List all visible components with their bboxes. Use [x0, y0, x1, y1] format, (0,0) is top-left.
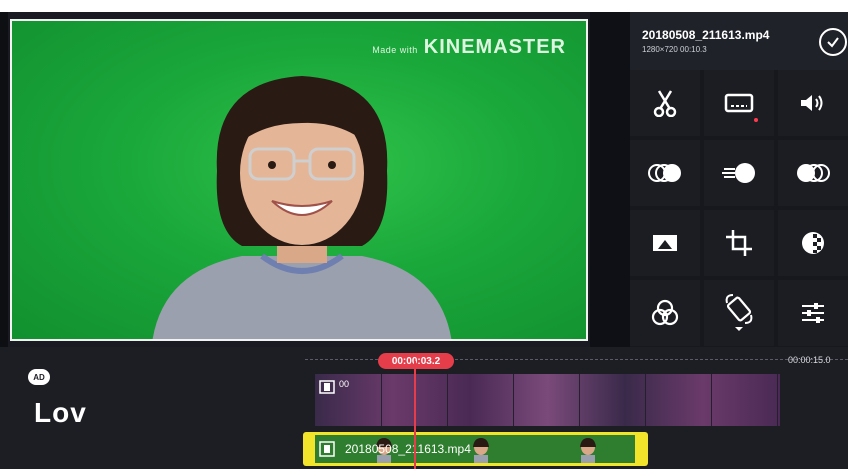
rotate-icon — [725, 294, 753, 331]
main-clip-thumbnails: 20180508_211613.mp4 — [315, 435, 635, 463]
checker-circle-icon — [802, 232, 824, 254]
speed-button[interactable] — [704, 140, 774, 206]
clip-tools-panel: 20180508_211613.mp4 1280×720 00:10.3 — [630, 12, 848, 347]
selected-main-clip[interactable]: 20180508_211613.mp4 — [303, 432, 648, 466]
clip-frame — [513, 374, 580, 426]
tool-grid — [630, 70, 848, 347]
ad-badge: AD — [28, 369, 50, 385]
watermark-small-text: Made with — [372, 45, 418, 55]
clip-frame — [447, 374, 514, 426]
main-clip-label: 20180508_211613.mp4 — [345, 442, 471, 456]
chroma-key-button[interactable] — [630, 140, 700, 206]
clip-frame — [711, 374, 778, 426]
overlap-circles-icon — [648, 164, 681, 182]
color-blend-button[interactable] — [778, 140, 848, 206]
film-icon — [319, 380, 335, 394]
pan-zoom-button[interactable] — [630, 210, 700, 276]
clip-file-meta: 1280×720 00:10.3 — [642, 45, 707, 54]
timeline-area: AD Lov 00:00:03.2 00:00:15.0 00 20180508… — [0, 347, 848, 469]
person-in-video — [152, 76, 452, 339]
clip-file-name: 20180508_211613.mp4 — [642, 28, 770, 42]
rgb-circles-icon — [651, 299, 679, 326]
clip-thumbnail — [473, 438, 489, 463]
logo-text: Lov — [34, 397, 87, 428]
overlay-clip-label: 00 — [339, 379, 350, 389]
left-edge-bar — [0, 12, 8, 347]
preview-side-gap — [590, 12, 630, 347]
filter-button[interactable] — [778, 210, 848, 276]
top-strip — [0, 0, 848, 12]
color-adjust-button[interactable] — [630, 280, 700, 346]
sliders-icon — [802, 303, 824, 323]
clip-thumbnail — [580, 438, 596, 463]
film-icon — [319, 441, 335, 457]
clip-frame — [645, 374, 712, 426]
clip-frame — [579, 374, 646, 426]
watermark-brand: KINEMASTER — [423, 36, 566, 58]
video-preview[interactable]: Made with KINEMASTER — [10, 19, 588, 341]
channel-logo: AD Lov — [24, 365, 144, 445]
speed-ball-icon — [722, 163, 755, 183]
scissors-icon — [653, 90, 677, 117]
playhead-line[interactable] — [414, 361, 416, 469]
crop-button[interactable] — [704, 210, 774, 276]
check-icon — [827, 37, 839, 48]
timeline-end-time: 00:00:15.0 — [788, 355, 831, 365]
image-frame-icon — [653, 235, 677, 251]
crop-icon — [726, 230, 752, 256]
blend-circles-icon — [797, 164, 830, 182]
clip-info-header: 20180508_211613.mp4 1280×720 00:10.3 — [630, 12, 848, 70]
confirm-button[interactable] — [819, 28, 847, 56]
captions-button[interactable] — [704, 70, 774, 136]
playhead-time: 00:00:03.2 — [378, 353, 454, 369]
volume-button[interactable] — [778, 70, 848, 136]
trim-split-button[interactable] — [630, 70, 700, 136]
kinemaster-watermark: Made with KINEMASTER — [372, 36, 566, 59]
rotate-mirror-button[interactable] — [704, 280, 774, 346]
adjustments-button[interactable] — [778, 280, 848, 346]
caption-box-icon — [724, 93, 754, 113]
new-indicator-dot — [754, 118, 758, 122]
overlay-clip[interactable]: 00 — [315, 374, 780, 426]
speaker-icon — [801, 95, 823, 111]
